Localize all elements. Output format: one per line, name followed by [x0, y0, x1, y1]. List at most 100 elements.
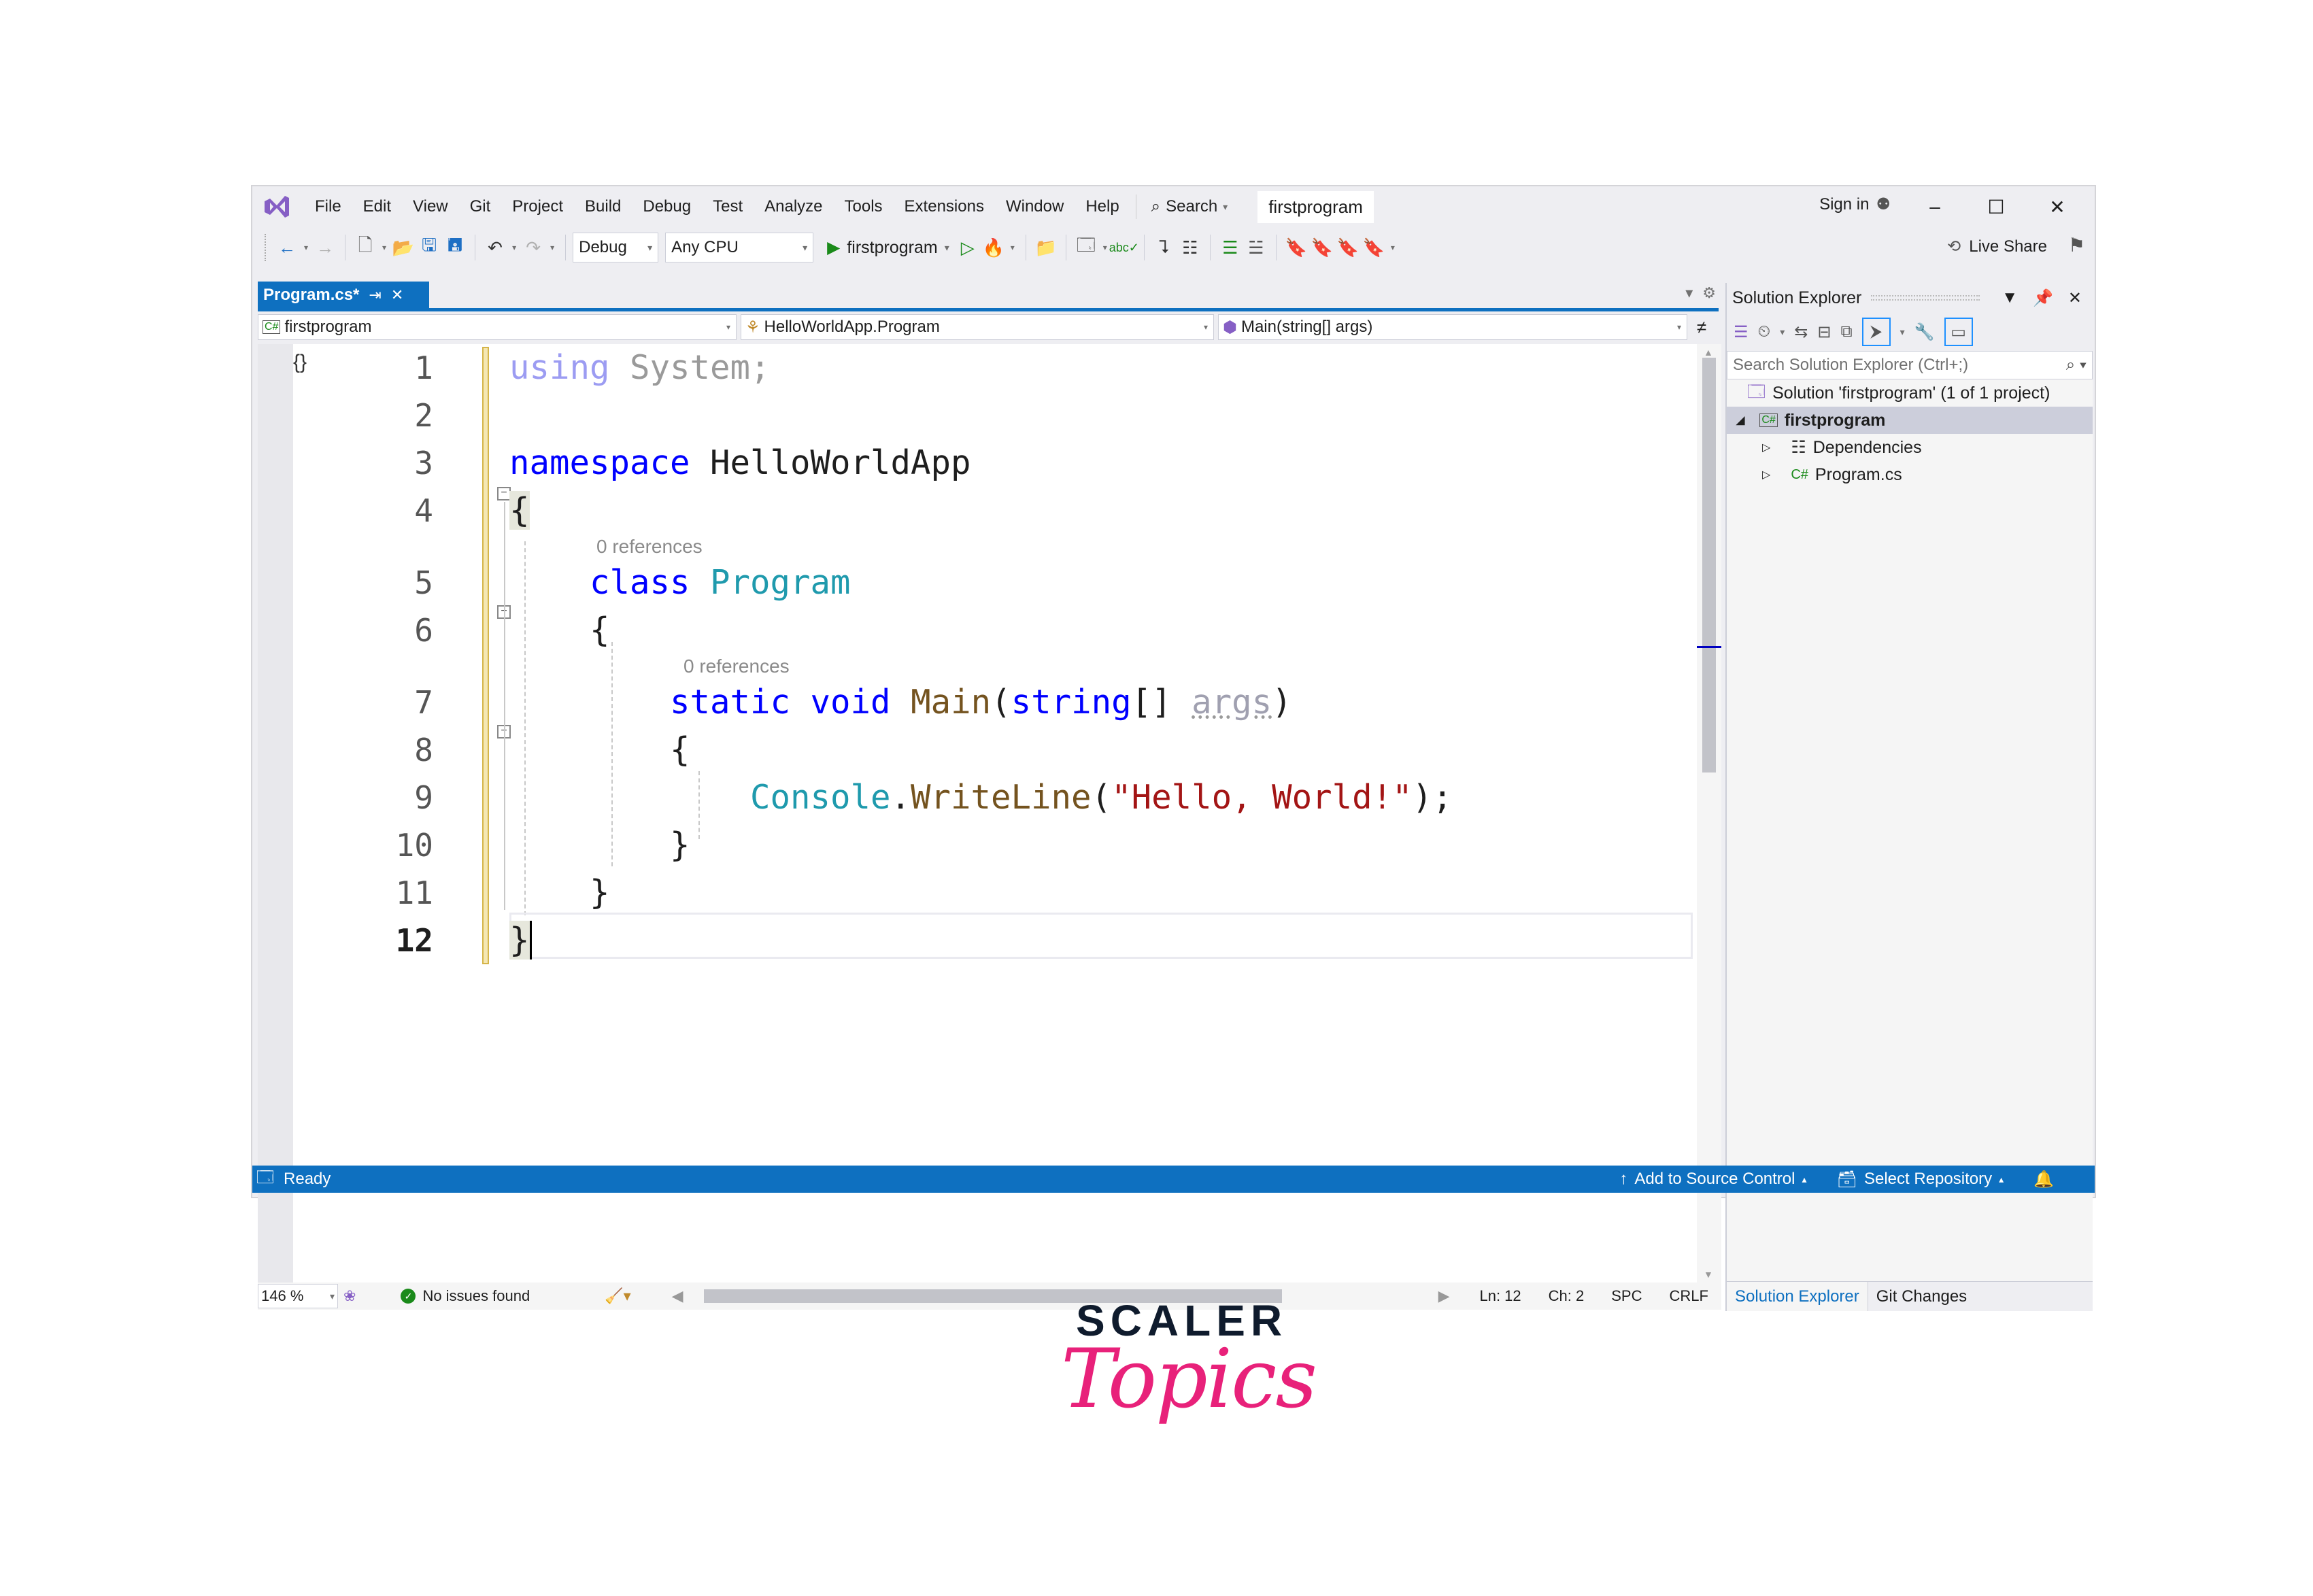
close-window-button[interactable]: ✕: [2027, 196, 2088, 218]
collapsed-arrow-icon[interactable]: ▷: [1762, 441, 1770, 454]
scrollbar-thumb[interactable]: [1702, 358, 1716, 772]
tab-program-cs[interactable]: Program.cs* ⇥ ✕: [258, 282, 429, 309]
properties-wrench-icon[interactable]: 🔧: [1914, 322, 1935, 342]
line-indicator[interactable]: Ln: 12: [1479, 1287, 1521, 1305]
collapsed-arrow-icon[interactable]: ▷: [1762, 468, 1770, 481]
panel-grip[interactable]: [1871, 295, 1980, 301]
chevron-down-icon[interactable]: ▾: [304, 243, 308, 252]
start-debugging-button[interactable]: ▶ firstprogram ▾: [827, 237, 949, 258]
open-file-icon[interactable]: 📂: [390, 235, 416, 260]
minimize-button[interactable]: –: [1904, 196, 1965, 218]
menu-edit[interactable]: Edit: [352, 197, 402, 216]
sync-with-document-icon[interactable]: ⇆: [1794, 322, 1808, 342]
preview-icon[interactable]: ▭: [1944, 318, 1973, 346]
column-indicator[interactable]: Ch: 2: [1549, 1287, 1585, 1305]
zoom-dropdown[interactable]: 146 % ▾: [258, 1284, 338, 1308]
feedback-icon[interactable]: ⚑: [2068, 234, 2085, 256]
tab-git-changes[interactable]: Git Changes: [1868, 1282, 1975, 1311]
codelens-references[interactable]: 0 references: [509, 654, 1693, 679]
pin-icon[interactable]: 📌: [2033, 288, 2053, 308]
toolbar-overflow-icon[interactable]: ▾: [1391, 243, 1395, 252]
switch-views-icon[interactable]: ☰: [1734, 322, 1749, 342]
clear-bookmarks-icon[interactable]: 🔖: [1361, 235, 1387, 260]
tree-item-project[interactable]: ◢ C# firstprogram: [1727, 407, 2093, 434]
add-to-source-control-button[interactable]: ↑ Add to Source Control ▴: [1619, 1170, 1806, 1189]
spell-check-icon[interactable]: abc✓: [1109, 235, 1139, 260]
undo-icon[interactable]: ↶: [482, 235, 508, 260]
redo-icon[interactable]: ↷: [520, 235, 546, 260]
call-hierarchy-icon[interactable]: ☷: [1177, 235, 1203, 260]
code-cleanup-icon[interactable]: 🧹▾: [605, 1287, 630, 1305]
platform-dropdown[interactable]: Any CPU ▾: [665, 233, 814, 262]
hot-reload-icon[interactable]: 🔥: [981, 235, 1007, 260]
line-ending-indicator[interactable]: CRLF: [1670, 1287, 1708, 1305]
split-window-icon[interactable]: ≠: [1691, 314, 1712, 340]
chevron-down-icon[interactable]: ▾: [1011, 243, 1015, 252]
previous-bookmark-icon[interactable]: 🔖: [1309, 235, 1335, 260]
menu-build[interactable]: Build: [574, 197, 632, 216]
chevron-down-icon[interactable]: ▾: [550, 243, 554, 252]
solution-search-input[interactable]: Search Solution Explorer (Ctrl+;) ⌕ ▾: [1727, 351, 2093, 379]
uncomment-icon[interactable]: ☱: [1243, 235, 1269, 260]
scroll-right-icon[interactable]: ▶: [1438, 1287, 1450, 1305]
comment-icon[interactable]: ☰: [1217, 235, 1243, 260]
scroll-up-icon[interactable]: ▲: [1704, 347, 1713, 358]
code-content[interactable]: using System; namespace HelloWorldApp { …: [509, 344, 1693, 964]
project-dropdown[interactable]: C# firstprogram ▾: [258, 314, 737, 340]
tree-item-solution[interactable]: 🗔 Solution 'firstprogram' (1 of 1 projec…: [1727, 379, 2093, 407]
bookmark-icon[interactable]: 🔖: [1283, 235, 1309, 260]
notifications-bell-icon[interactable]: 🔔: [2033, 1170, 2054, 1189]
tree-item-dependencies[interactable]: ▷ ☷ Dependencies: [1727, 434, 2093, 461]
preview-selected-items-icon[interactable]: ⮞: [1861, 318, 1891, 346]
select-repository-button[interactable]: 🗃 Select Repository ▴: [1837, 1170, 2004, 1189]
menu-file[interactable]: File: [304, 197, 352, 216]
configuration-dropdown[interactable]: Debug ▾: [573, 233, 659, 262]
menu-help[interactable]: Help: [1075, 197, 1130, 216]
save-icon[interactable]: 🖫: [416, 235, 442, 260]
panel-dropdown-icon[interactable]: ▼: [2002, 288, 2018, 308]
navigate-back-icon[interactable]: ←: [274, 235, 300, 260]
copilot-icon[interactable]: ❀: [343, 1287, 356, 1305]
gear-icon[interactable]: ⚙: [1702, 284, 1716, 302]
chevron-down-icon[interactable]: ▾: [1900, 326, 1905, 338]
menu-test[interactable]: Test: [702, 197, 754, 216]
collapse-namespace-icon[interactable]: −: [497, 487, 511, 500]
chevron-down-icon[interactable]: ▾: [1103, 243, 1107, 252]
menu-analyze[interactable]: Analyze: [754, 197, 833, 216]
navigate-forward-icon[interactable]: →: [312, 235, 338, 260]
whitespace-indicator[interactable]: SPC: [1611, 1287, 1642, 1305]
tab-solution-explorer[interactable]: Solution Explorer: [1727, 1282, 1868, 1311]
close-icon[interactable]: ✕: [2068, 288, 2082, 308]
codelens-references[interactable]: 0 references: [509, 534, 1693, 559]
chevron-down-icon[interactable]: ▾: [382, 243, 386, 252]
menu-tools[interactable]: Tools: [834, 197, 894, 216]
tab-list-dropdown-icon[interactable]: ▾: [1685, 284, 1693, 302]
code-editor[interactable]: {} 1 2 3 4 5 6 7 8 9 10 11 12 − − − usin…: [258, 344, 1700, 1283]
tree-item-program-cs[interactable]: ▷ C# Program.cs: [1727, 461, 2093, 488]
menu-view[interactable]: View: [402, 197, 459, 216]
browse-folder-icon[interactable]: 📁: [1033, 235, 1059, 260]
search-button[interactable]: ⌕ Search ▾: [1142, 197, 1238, 216]
menu-window[interactable]: Window: [995, 197, 1075, 216]
scroll-left-icon[interactable]: ◀: [672, 1287, 683, 1305]
start-without-debugging-icon[interactable]: ▷: [955, 235, 981, 260]
menu-debug[interactable]: Debug: [632, 197, 702, 216]
chevron-down-icon[interactable]: ▾: [512, 243, 516, 252]
type-dropdown[interactable]: ⚘ HelloWorldApp.Program ▾: [741, 314, 1214, 340]
scroll-down-icon[interactable]: ▼: [1704, 1269, 1713, 1280]
next-bookmark-icon[interactable]: 🔖: [1335, 235, 1361, 260]
show-all-files-icon[interactable]: ⧉: [1841, 322, 1853, 341]
vertical-scrollbar[interactable]: ▲ ▼: [1697, 344, 1721, 1283]
new-project-icon[interactable]: 🗋: [352, 235, 378, 260]
expanded-arrow-icon[interactable]: ◢: [1736, 413, 1744, 427]
sign-in-button[interactable]: Sign in ⚉: [1819, 194, 1891, 214]
menu-git[interactable]: Git: [459, 197, 502, 216]
maximize-button[interactable]: ☐: [1965, 196, 2027, 218]
live-share-button[interactable]: ⟲ Live Share: [1947, 237, 2047, 256]
step-into-icon[interactable]: ⮧: [1151, 235, 1177, 260]
member-dropdown[interactable]: ⬢ Main(string[] args) ▾: [1218, 314, 1687, 340]
save-all-icon[interactable]: 🖪: [442, 235, 468, 260]
chevron-down-icon[interactable]: ▾: [1780, 326, 1785, 338]
menu-project[interactable]: Project: [501, 197, 574, 216]
pin-icon[interactable]: ⇥: [369, 286, 381, 304]
